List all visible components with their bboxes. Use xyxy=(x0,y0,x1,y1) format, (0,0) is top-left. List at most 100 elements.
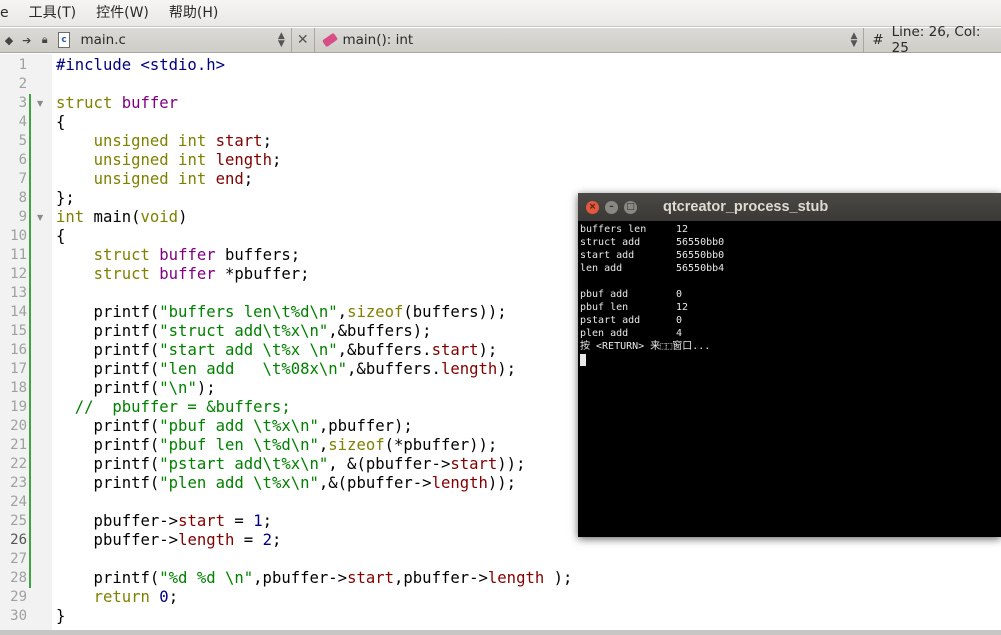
menu-item-edit[interactable]: e xyxy=(0,0,19,27)
terminal-line: buffers len 12 xyxy=(580,223,724,236)
terminal-value: 56550bb0 xyxy=(676,250,725,261)
file-selector[interactable]: main.c ▲ ▼ xyxy=(80,28,290,53)
terminal-line: struct add 56550bb0 xyxy=(580,236,724,249)
code-line: unsigned int start; xyxy=(56,132,272,151)
code-token: = xyxy=(234,531,263,549)
code-token: struct xyxy=(93,246,150,264)
terminal-window[interactable]: × – □ qtcreator_process_stub buffers len… xyxy=(578,193,1001,537)
code-token: printf( xyxy=(56,474,160,492)
terminal-value: 4 xyxy=(676,328,683,339)
code-token: ,pbuffer-> xyxy=(253,569,348,587)
file-name: main.c xyxy=(80,32,126,48)
line-number: 19 xyxy=(10,399,27,415)
code-token: ; xyxy=(262,132,272,150)
line-number: 30 xyxy=(10,608,27,624)
code-token: buffer xyxy=(159,246,216,264)
menu-item-controls[interactable]: 控件(W) xyxy=(86,0,159,27)
line-number: 11 xyxy=(10,247,27,263)
code-token: )); xyxy=(487,474,517,492)
terminal-line: len add 56550bb4 xyxy=(580,262,724,275)
line-number: 3 xyxy=(18,95,27,111)
terminal-key: plen add xyxy=(580,328,629,339)
line-number: 21 xyxy=(10,437,27,453)
terminal-line xyxy=(580,275,724,288)
code-line: }; xyxy=(56,189,75,208)
code-token: void xyxy=(140,208,179,226)
code-line: printf("pbuf add \t%x\n",pbuffer); xyxy=(56,417,413,436)
code-line: struct buffer xyxy=(56,94,178,113)
code-token: ); xyxy=(544,569,573,587)
terminal-value: 0 xyxy=(676,289,683,300)
menu-item-help[interactable]: 帮助(H) xyxy=(159,0,228,27)
close-document-icon[interactable]: ✕ xyxy=(292,32,314,48)
code-token: main( xyxy=(84,208,141,226)
menu-item-tools[interactable]: 工具(T) xyxy=(19,0,86,27)
code-token: 0 xyxy=(159,588,169,606)
chevron-updown-icon: ▲ ▼ xyxy=(850,31,858,49)
line-number: 15 xyxy=(10,323,27,339)
line-number: 14 xyxy=(10,304,27,320)
code-line: pbuffer->start = 1; xyxy=(56,512,272,531)
code-line: #include <stdio.h> xyxy=(56,56,225,75)
cursor-position[interactable]: Line: 26, Col: 25 xyxy=(892,24,1001,56)
code-token: ,&(pbuffer-> xyxy=(318,474,432,492)
code-token: )); xyxy=(497,455,526,473)
back-arrow-icon[interactable]: ◆ xyxy=(0,31,18,49)
line-number: 18 xyxy=(10,380,27,396)
terminal-titlebar[interactable]: × – □ qtcreator_process_stub xyxy=(578,193,1001,221)
terminal-key: pbuf len xyxy=(580,302,629,313)
code-token: printf( xyxy=(56,303,160,321)
function-name: main(): int xyxy=(342,32,414,48)
code-token: , xyxy=(337,303,348,321)
maximize-window-icon[interactable]: □ xyxy=(624,200,637,214)
code-token: ,&buffers); xyxy=(328,322,432,340)
code-token: buffer xyxy=(159,265,216,283)
code-token: ); xyxy=(497,360,517,378)
fold-marker-icon[interactable]: ▼ xyxy=(37,94,43,113)
function-icon xyxy=(321,32,338,48)
code-line: unsigned int length; xyxy=(56,151,282,170)
code-token: printf( xyxy=(56,417,160,435)
fold-marker-icon[interactable]: ▼ xyxy=(37,208,43,227)
code-token: 1 xyxy=(253,512,263,530)
minimize-window-icon[interactable]: – xyxy=(605,200,618,214)
code-token: int xyxy=(56,208,85,226)
code-token: = xyxy=(225,512,254,530)
code-token: { xyxy=(56,113,66,131)
code-line: { xyxy=(56,113,65,132)
terminal-prompt: 按 <RETURN> 来⬚⬚窗口... xyxy=(580,341,711,352)
line-number: 23 xyxy=(10,475,27,491)
code-token: printf( xyxy=(56,436,160,454)
terminal-key: pbuf add xyxy=(580,289,629,300)
code-token: struct xyxy=(56,94,113,112)
code-line: printf("len add \t%08x\n",&buffers.lengt… xyxy=(56,360,517,379)
forward-arrow-icon[interactable]: ➔ xyxy=(18,31,36,49)
code-line: return 0; xyxy=(56,588,179,607)
line-number: 8 xyxy=(18,190,27,206)
hash-label: # xyxy=(872,32,884,48)
horizontal-scrollbar[interactable] xyxy=(0,630,1001,635)
code-token: "\n" xyxy=(159,379,197,397)
terminal-value: 0 xyxy=(676,315,683,326)
close-window-icon[interactable]: × xyxy=(586,200,599,214)
toolbar-divider xyxy=(313,27,315,53)
code-token: sizeof xyxy=(328,436,385,454)
code-token: // pbuffer = &buffers; xyxy=(56,398,291,416)
code-token: (buffers)); xyxy=(403,303,507,321)
code-line: { xyxy=(56,227,65,246)
code-token: *pbuffer; xyxy=(215,265,310,283)
function-selector[interactable]: main(): int ▲ ▼ xyxy=(343,28,864,53)
code-token: "pstart add\t%x\n" xyxy=(159,455,329,473)
lock-icon[interactable]: 🔒︎ xyxy=(36,31,54,49)
terminal-value: 56550bb4 xyxy=(676,263,725,274)
line-number: 1 xyxy=(18,57,27,73)
code-token: unsigned int xyxy=(93,170,207,188)
code-line: printf("start add \t%x \n",&buffers.star… xyxy=(56,341,498,360)
code-token: printf( xyxy=(56,379,160,397)
code-token: "%d %d \n" xyxy=(159,569,254,587)
code-line: printf("%d %d \n",pbuffer->start,pbuffer… xyxy=(56,569,573,588)
terminal-value: 12 xyxy=(676,224,689,235)
toolbar-divider xyxy=(863,27,865,53)
code-token: "plen add \t%x\n" xyxy=(159,474,319,492)
